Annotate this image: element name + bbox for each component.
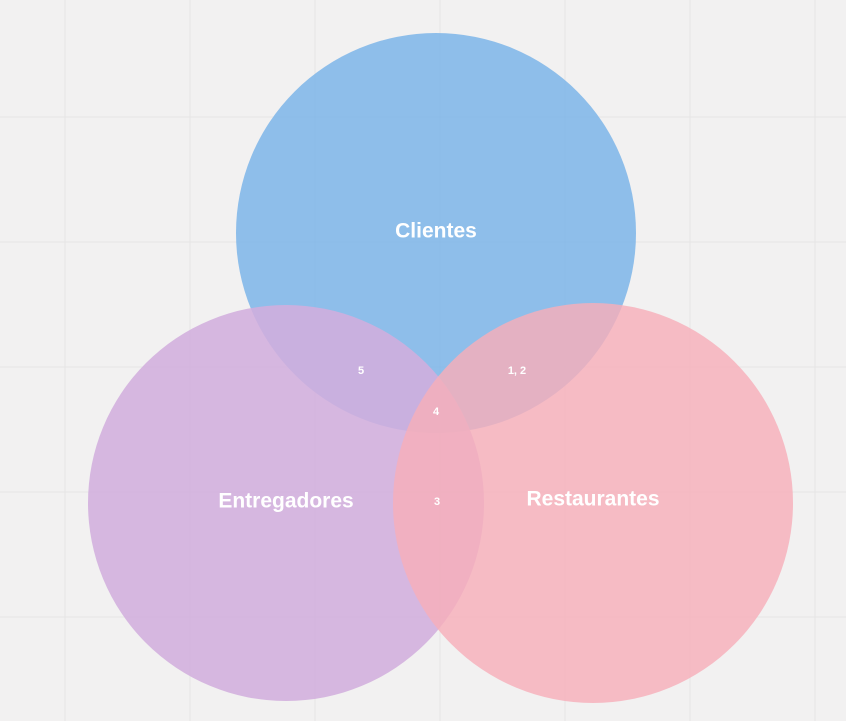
region-clientes-entregadores: 5: [358, 365, 364, 377]
label-restaurantes: Restaurantes: [526, 488, 659, 511]
region-entregadores-restaurantes: 3: [434, 496, 440, 508]
region-all-three: 4: [433, 406, 440, 418]
label-clientes: Clientes: [395, 220, 477, 243]
label-entregadores: Entregadores: [218, 490, 353, 513]
venn-diagram: Clientes Entregadores Restaurantes 5 1, …: [0, 0, 846, 721]
region-clientes-restaurantes: 1, 2: [508, 365, 526, 377]
